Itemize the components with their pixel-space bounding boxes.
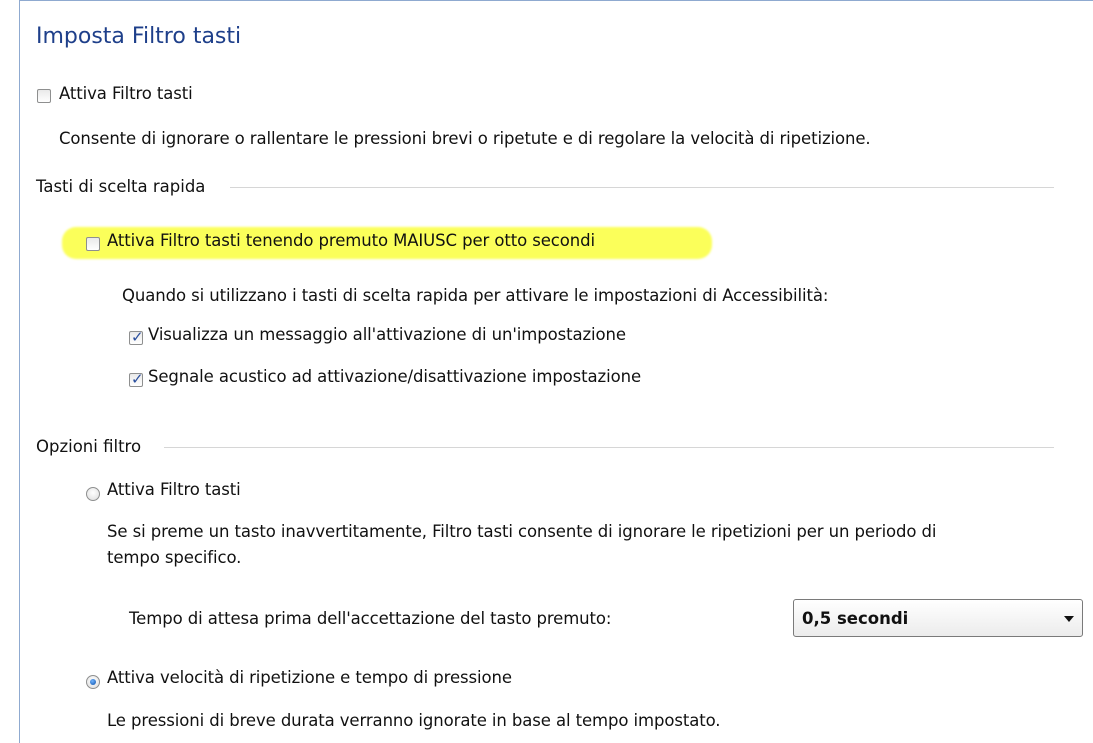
- shift-shortcut-checkbox[interactable]: [86, 237, 100, 251]
- chevron-down-icon[interactable]: [1064, 616, 1074, 622]
- enable-filter-description: Consente di ignorare o rallentare le pre…: [59, 129, 871, 148]
- page-title: Imposta Filtro tasti: [36, 24, 242, 49]
- shortcuts-separator: [230, 187, 1054, 188]
- repeat-rate-label[interactable]: Attiva velocità di ripetizione e tempo d…: [107, 668, 512, 687]
- shortcuts-group-label: Tasti di scelta rapida: [36, 177, 212, 196]
- bounce-keys-radio[interactable]: [86, 487, 100, 501]
- bounce-description-line2: tempo specifico.: [107, 548, 242, 567]
- bounce-description-line1: Se si preme un tasto inavvertitamente, F…: [107, 522, 937, 541]
- wait-time-label: Tempo di attesa prima dell'accettazione …: [129, 609, 612, 628]
- filter-options-group-label: Opzioni filtro: [36, 437, 148, 456]
- show-message-label[interactable]: Visualizza un messaggio all'attivazione …: [148, 325, 626, 344]
- show-message-checkbox[interactable]: ✓: [129, 328, 144, 346]
- checkmark-icon: ✓: [131, 328, 144, 346]
- repeat-rate-description: Le pressioni di breve durata verranno ig…: [107, 711, 721, 730]
- beep-label[interactable]: Segnale acustico ad attivazione/disattiv…: [148, 367, 641, 386]
- shift-shortcut-label[interactable]: Attiva Filtro tasti tenendo premuto MAIU…: [107, 231, 595, 250]
- filter-options-separator: [164, 447, 1054, 448]
- radio-selected-dot: [90, 679, 96, 685]
- enable-filter-checkbox[interactable]: [37, 89, 51, 103]
- shortcuts-intro-text: Quando si utilizzano i tasti di scelta r…: [122, 286, 829, 305]
- wait-time-value: 0,5 secondi: [802, 609, 909, 628]
- enable-filter-label[interactable]: Attiva Filtro tasti: [59, 84, 193, 103]
- wait-time-select[interactable]: 0,5 secondi: [793, 599, 1083, 637]
- repeat-rate-radio[interactable]: [86, 675, 100, 689]
- checkmark-icon: ✓: [131, 370, 144, 388]
- bounce-keys-label[interactable]: Attiva Filtro tasti: [107, 480, 241, 499]
- beep-checkbox[interactable]: ✓: [129, 370, 144, 388]
